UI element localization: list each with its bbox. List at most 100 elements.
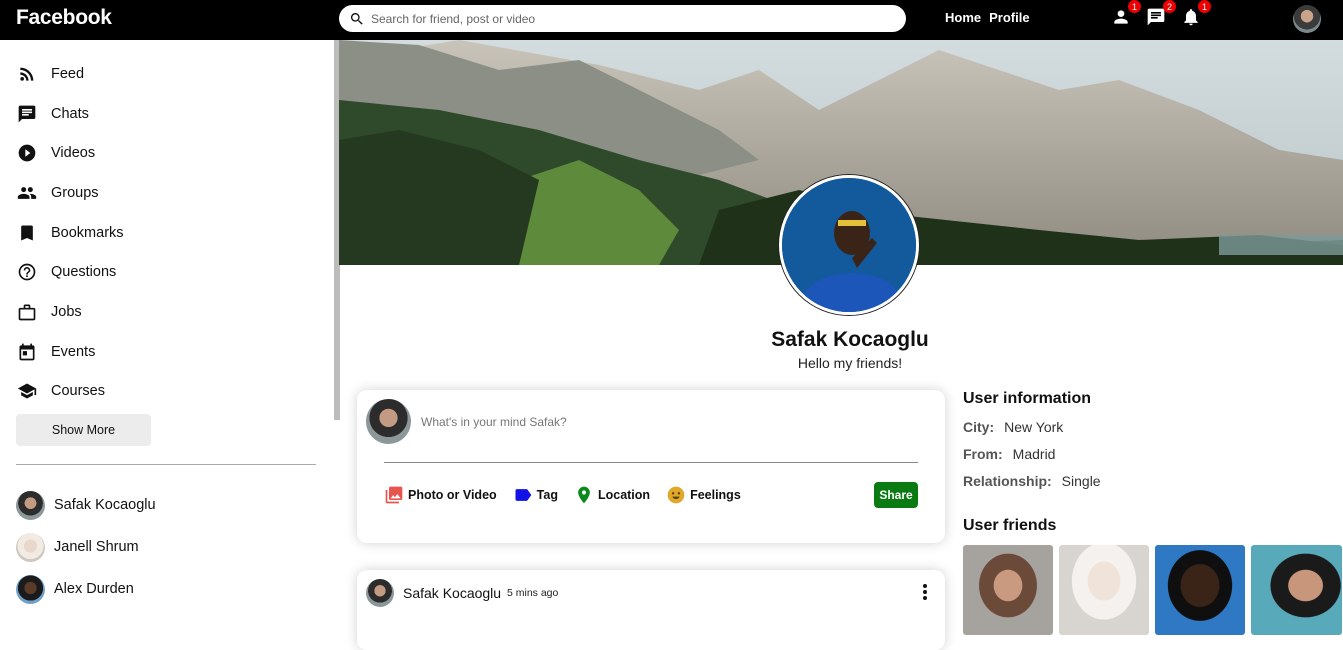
school-icon	[17, 383, 37, 399]
friend-requests-button[interactable]: 1	[1111, 0, 1141, 29]
friend-photo[interactable]	[1059, 545, 1149, 635]
info-value: Madrid	[1012, 446, 1056, 462]
list-item[interactable]: Janell Shrum	[16, 526, 156, 568]
more-vert-icon[interactable]	[917, 582, 933, 602]
sidebar-item-label: Questions	[51, 264, 117, 281]
search-input[interactable]	[371, 11, 891, 26]
feelings-option[interactable]: Feelings	[666, 485, 741, 505]
sidebar-item-label: Groups	[51, 184, 99, 201]
avatar	[16, 532, 45, 562]
logo[interactable]: Facebook	[16, 6, 112, 30]
messages-badge: 2	[1163, 0, 1176, 13]
avatar	[16, 490, 45, 520]
list-item[interactable]: Safak Kocaoglu	[16, 484, 156, 526]
info-row-relationship: Relationship: Single	[963, 473, 1101, 489]
friends-list: Safak Kocaoglu Janell Shrum Alex Durden	[16, 484, 156, 610]
search-bar[interactable]	[339, 5, 906, 32]
home-link[interactable]: Home	[945, 10, 981, 25]
avatar[interactable]	[1293, 5, 1321, 33]
avatar[interactable]	[366, 579, 394, 607]
notifications-button[interactable]: 1	[1181, 0, 1211, 29]
help-circle-icon	[18, 263, 36, 281]
profile-name: Safak Kocaoglu	[771, 328, 929, 351]
friend-photos	[963, 545, 1342, 635]
divider	[384, 462, 918, 463]
info-key: City:	[963, 419, 995, 435]
location-pin-icon	[578, 486, 590, 504]
sidebar-item-jobs[interactable]: Jobs	[17, 292, 124, 332]
post-time: 5 mins ago	[507, 587, 559, 599]
share-options: Photo or Video Tag Location Feelings	[384, 485, 741, 505]
share-button[interactable]: Share	[874, 482, 918, 508]
sidebar-item-label: Videos	[51, 145, 96, 162]
location-option[interactable]: Location	[574, 485, 650, 505]
search-icon	[350, 12, 363, 25]
sidebar-item-feed[interactable]: Feed	[17, 54, 124, 94]
info-key: Relationship:	[963, 473, 1052, 489]
sidebar-item-events[interactable]: Events	[17, 332, 124, 372]
label-icon	[515, 489, 532, 501]
friend-requests-badge: 1	[1128, 0, 1141, 13]
calendar-icon	[19, 343, 35, 360]
friend-name: Safak Kocaoglu	[54, 497, 156, 513]
info-value: Single	[1061, 473, 1101, 489]
topbar: Facebook Home Profile 1 2 1	[0, 0, 1343, 40]
sidebar: Feed Chats Videos Groups Bookmarks Quest…	[0, 40, 335, 614]
sidebar-item-bookmarks[interactable]: Bookmarks	[17, 213, 124, 253]
user-info-title: User information	[963, 390, 1092, 407]
notifications-badge: 1	[1198, 0, 1211, 13]
sidebar-item-label: Jobs	[51, 303, 82, 320]
sidebar-item-label: Feed	[51, 65, 85, 82]
sidebar-menu: Feed Chats Videos Groups Bookmarks Quest…	[17, 54, 124, 411]
avatar	[366, 399, 411, 444]
sidebar-item-chats[interactable]: Chats	[17, 94, 124, 134]
chat-icon	[18, 105, 36, 122]
option-label: Feelings	[690, 488, 741, 502]
sidebar-item-questions[interactable]: Questions	[17, 252, 124, 292]
person-icon	[1114, 10, 1128, 24]
play-circle-icon	[18, 144, 36, 162]
bell-icon	[1184, 9, 1198, 26]
info-row-city: City: New York	[963, 419, 1063, 435]
sidebar-item-label: Bookmarks	[51, 224, 124, 241]
info-value: New York	[1004, 419, 1064, 435]
chat-icon	[1147, 8, 1165, 26]
photo-library-icon	[385, 486, 403, 504]
profile-description: Hello my friends!	[797, 355, 903, 371]
info-row-from: From: Madrid	[963, 446, 1055, 462]
user-friends-title: User friends	[963, 517, 1057, 534]
sidebar-item-label: Chats	[51, 105, 89, 122]
messages-button[interactable]: 2	[1146, 0, 1176, 29]
tag-option[interactable]: Tag	[513, 485, 558, 505]
sidebar-item-courses[interactable]: Courses	[17, 372, 124, 412]
post-author[interactable]: Safak Kocaoglu	[403, 585, 501, 601]
briefcase-icon	[18, 304, 36, 321]
share-input[interactable]	[421, 415, 901, 429]
divider	[16, 464, 316, 465]
friend-photo[interactable]	[1155, 545, 1245, 635]
list-item[interactable]: Alex Durden	[16, 568, 156, 610]
smiley-icon	[667, 486, 685, 504]
friend-photo[interactable]	[963, 545, 1053, 635]
info-key: From:	[963, 446, 1003, 462]
sidebar-item-label: Courses	[51, 383, 105, 400]
post-card: Safak Kocaoglu 5 mins ago	[357, 570, 945, 650]
avatar	[16, 574, 45, 604]
bookmark-icon	[21, 225, 33, 241]
photo-video-option[interactable]: Photo or Video	[384, 485, 497, 505]
sidebar-item-groups[interactable]: Groups	[17, 173, 124, 213]
friend-photo[interactable]	[1251, 545, 1342, 635]
sidebar-item-label: Events	[51, 343, 96, 360]
share-card: Photo or Video Tag Location Feelings Sha…	[357, 390, 945, 543]
option-label: Photo or Video	[408, 488, 497, 502]
top-links: Home Profile	[945, 10, 1030, 25]
friend-name: Janell Shrum	[54, 539, 139, 555]
rss-feed-icon	[20, 67, 34, 81]
sidebar-item-videos[interactable]: Videos	[17, 133, 124, 173]
group-icon	[17, 187, 37, 199]
friend-name: Alex Durden	[54, 581, 134, 597]
profile-link[interactable]: Profile	[989, 10, 1029, 25]
show-more-button[interactable]: Show More	[16, 414, 151, 446]
option-label: Location	[597, 488, 651, 502]
profile-picture[interactable]	[779, 175, 919, 315]
